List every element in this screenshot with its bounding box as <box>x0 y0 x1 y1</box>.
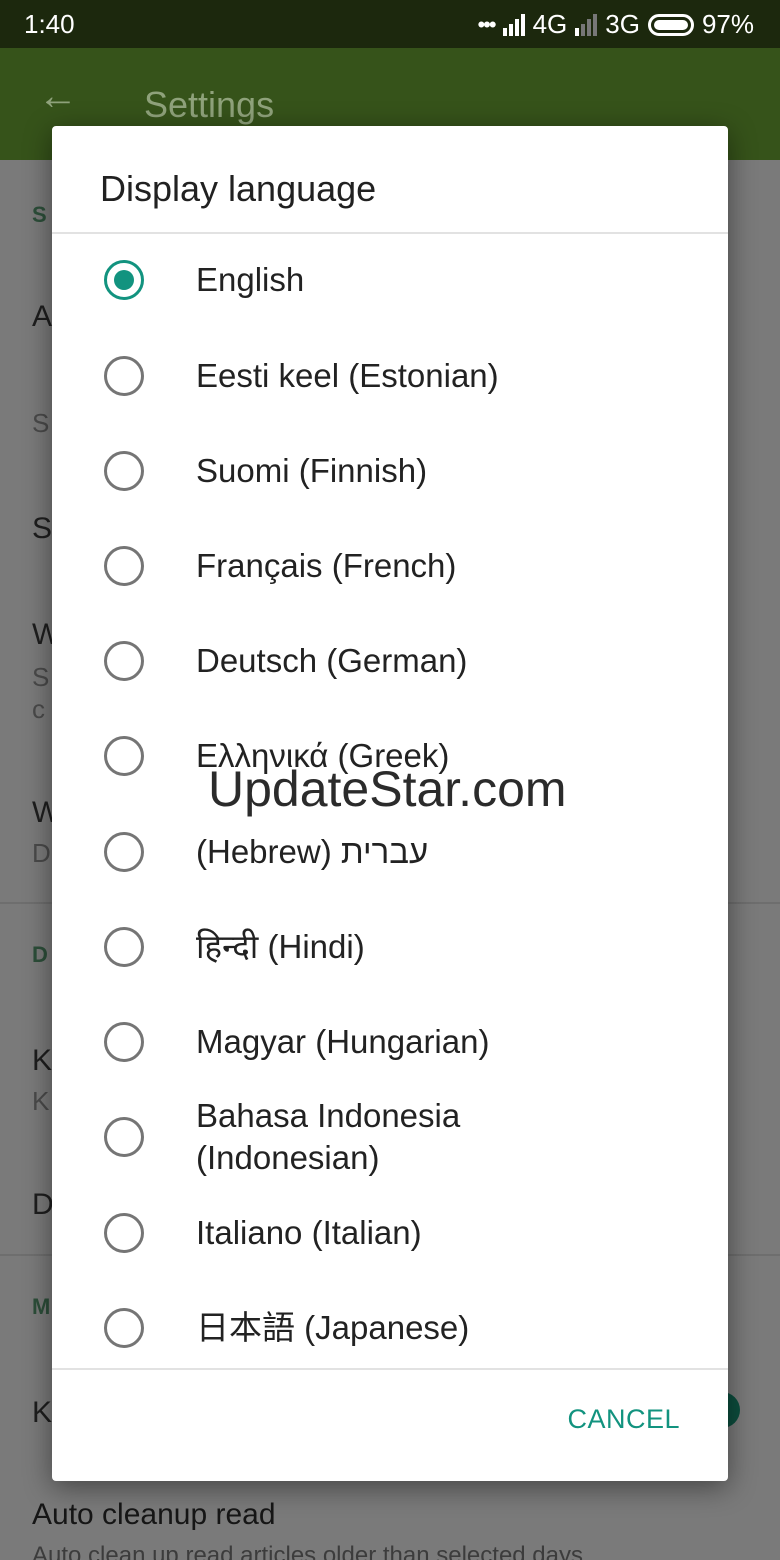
radio-unchecked-icon[interactable] <box>104 356 144 396</box>
radio-unchecked-icon[interactable] <box>104 927 144 967</box>
language-option[interactable]: Français (French) <box>52 542 728 590</box>
dialog-title: Display language <box>100 168 377 209</box>
battery-level: 97% <box>701 9 754 39</box>
language-option[interactable]: English <box>52 256 728 304</box>
language-option-label: Italiano (Italian) <box>196 1214 422 1251</box>
language-option-label: Deutsch (German) <box>196 642 468 679</box>
status-bar: 1:40 ••• 4G 3G 97% <box>0 0 780 48</box>
language-option-label: 日本語 (Japanese) <box>196 1309 470 1346</box>
radio-unchecked-icon[interactable] <box>104 641 144 681</box>
language-option[interactable]: Italiano (Italian) <box>52 1209 728 1257</box>
setting-fragment: K <box>32 1086 50 1116</box>
section-header-fragment: M <box>32 1294 51 1319</box>
language-option-label: हिन्दी (Hindi) <box>196 928 365 965</box>
battery-icon <box>647 13 694 36</box>
language-option[interactable]: 日本語 (Japanese) <box>52 1304 728 1352</box>
auto-cleanup-description: Auto clean up read articles older than s… <box>32 1542 584 1560</box>
language-option-label: (Hebrew) עברית <box>196 833 429 870</box>
language-option[interactable]: Suomi (Finnish) <box>52 447 728 495</box>
language-option[interactable]: Eesti keel (Estonian) <box>52 352 728 400</box>
setting-fragment: c <box>32 694 45 724</box>
language-option[interactable]: Deutsch (German) <box>52 637 728 685</box>
radio-unchecked-icon[interactable] <box>104 546 144 586</box>
signal-weak-icon <box>575 13 598 36</box>
setting-fragment: K <box>32 1044 53 1077</box>
setting-fragment: S <box>32 512 53 545</box>
language-option[interactable]: Magyar (Hungarian) <box>52 1018 728 1066</box>
language-option-label: Magyar (Hungarian) <box>196 1023 490 1060</box>
signal-icon <box>502 13 525 36</box>
setting-fragment: A <box>32 300 53 333</box>
language-option[interactable]: Ελληνικά (Greek) <box>52 732 728 780</box>
arrow-back-icon[interactable]: ← <box>38 74 78 119</box>
radio-unchecked-icon[interactable] <box>104 451 144 491</box>
setting-fragment: D <box>32 1188 54 1221</box>
language-option-label: Suomi (Finnish) <box>196 452 428 489</box>
setting-fragment: K <box>32 1396 53 1429</box>
setting-fragment: D <box>32 838 51 868</box>
language-option[interactable]: हिन्दी (Hindi) <box>52 923 728 971</box>
language-option-label: Français (French) <box>196 547 457 584</box>
cancel-button[interactable]: CANCEL <box>567 1404 680 1435</box>
language-option[interactable]: (Hebrew) עברית <box>52 828 728 876</box>
language-option-label: English <box>196 261 305 298</box>
network-type-primary: 4G <box>532 9 568 39</box>
language-option-label: Ελληνικά (Greek) <box>196 737 450 774</box>
radio-unchecked-icon[interactable] <box>104 736 144 776</box>
notification-dots-icon: ••• <box>477 11 496 37</box>
auto-cleanup-title: Auto cleanup read <box>32 1498 276 1531</box>
setting-fragment: S <box>32 662 50 692</box>
section-header-fragment: S <box>32 202 47 227</box>
radio-checked-icon[interactable] <box>104 260 144 300</box>
radio-unchecked-icon[interactable] <box>104 1117 144 1157</box>
dialog-divider-top <box>52 232 728 234</box>
radio-unchecked-icon[interactable] <box>104 1213 144 1253</box>
section-header-fragment: D <box>32 942 48 967</box>
status-icons: ••• 4G 3G 97% <box>477 9 754 40</box>
dialog-divider-bottom <box>52 1368 728 1370</box>
page-title: Settings <box>144 84 275 125</box>
language-option-label: Eesti keel (Estonian) <box>196 357 499 394</box>
language-option[interactable]: Bahasa Indonesia (Indonesian) <box>52 1097 728 1176</box>
status-time: 1:40 <box>24 9 75 39</box>
radio-unchecked-icon[interactable] <box>104 1022 144 1062</box>
radio-unchecked-icon[interactable] <box>104 1308 144 1348</box>
network-type-secondary: 3G <box>605 9 640 39</box>
setting-fragment: S <box>32 408 50 438</box>
language-option-label: Bahasa Indonesia (Indonesian) <box>196 1097 461 1176</box>
radio-unchecked-icon[interactable] <box>104 832 144 872</box>
display-language-dialog: Display language English Eesti keel (Esto… <box>52 126 728 1481</box>
